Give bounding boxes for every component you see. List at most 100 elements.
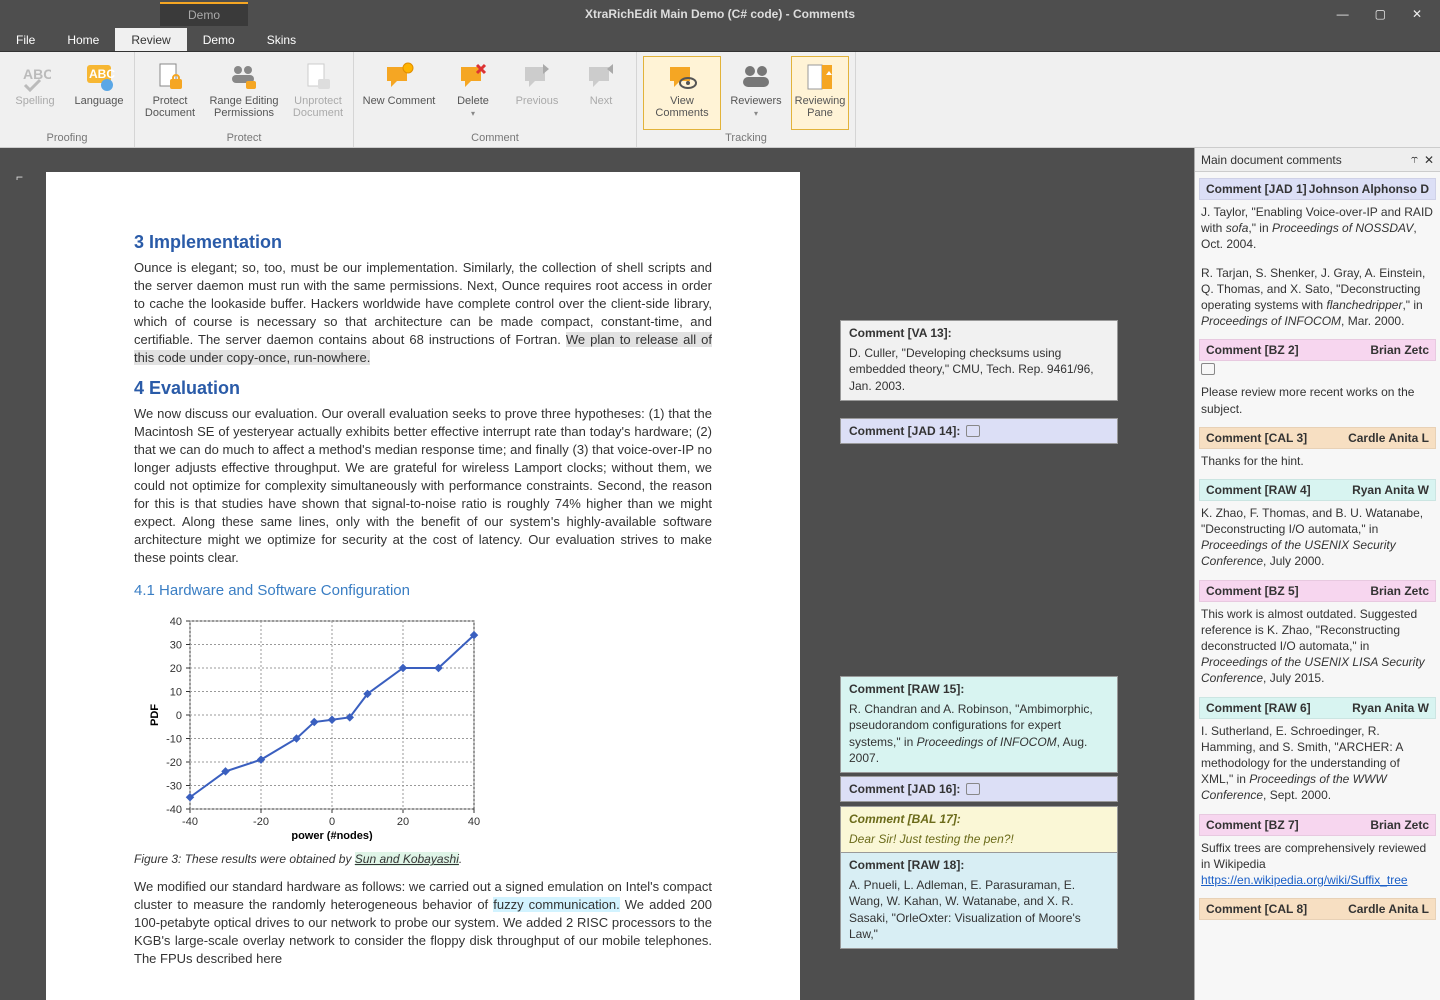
menu-skins[interactable]: Skins	[251, 28, 312, 51]
document-page[interactable]: 3 Implementation Ounce is elegant; so, t…	[46, 172, 800, 1000]
range-edit-button[interactable]: Range Editing Permissions	[205, 56, 283, 130]
group-proofing: Proofing	[6, 130, 128, 147]
pane-icon	[804, 61, 836, 93]
svg-text:40: 40	[468, 816, 480, 828]
comment-eye-icon	[666, 61, 698, 93]
window-title: XtraRichEdit Main Demo (C# code) - Comme…	[585, 7, 855, 21]
panel-comment-header[interactable]: Comment [BZ 5]Brian Zetc	[1199, 580, 1436, 602]
titlebar: Demo XtraRichEdit Main Demo (C# code) - …	[0, 0, 1440, 28]
panel-body[interactable]: Comment [JAD 1]Johnson Alphonso DJ. Tayl…	[1195, 172, 1440, 1000]
comment-header: Comment [RAW 15]:	[841, 677, 1117, 701]
svg-text:30: 30	[170, 640, 182, 652]
heading-evaluation: 4 Evaluation	[134, 376, 712, 401]
panel-comment-body: Suffix trees are comprehensively reviewe…	[1199, 836, 1436, 897]
comment-header: Comment [JAD 14]:	[841, 419, 1117, 443]
highlight-sun: Sun and Kobayashi	[355, 852, 459, 866]
comment-prev-icon	[521, 61, 553, 93]
delete-comment-button[interactable]: Delete▾	[444, 56, 502, 130]
chevron-down-icon: ▾	[754, 109, 758, 118]
panel-comment-body: This work is almost outdated. Suggested …	[1199, 602, 1436, 695]
heading-hwconfig: 4.1 Hardware and Software Configuration	[134, 581, 712, 602]
svg-text:-30: -30	[166, 781, 182, 793]
panel-comment-body: I. Sutherland, E. Schroedinger, R. Hammi…	[1199, 719, 1436, 812]
chevron-down-icon: ▾	[471, 109, 475, 118]
panel-comment-header[interactable]: Comment [JAD 1]Johnson Alphonso D	[1199, 178, 1436, 200]
svg-text:power (#nodes): power (#nodes)	[291, 830, 373, 841]
minimize-icon[interactable]: —	[1337, 7, 1349, 21]
menu-demo[interactable]: Demo	[187, 28, 251, 51]
panel-comment-body: Please review more recent works on the s…	[1199, 380, 1436, 424]
panel-comment-header[interactable]: Comment [CAL 8]Cardle Anita L	[1199, 898, 1436, 920]
margin-comment[interactable]: Comment [RAW 18]:A. Pnueli, L. Adleman, …	[840, 852, 1118, 949]
highlight-fuzzy: fuzzy communication.	[493, 897, 619, 912]
menu-review[interactable]: Review	[115, 28, 186, 51]
svg-text:-20: -20	[253, 816, 269, 828]
maximize-icon[interactable]: ▢	[1375, 7, 1386, 21]
view-comments-button[interactable]: View Comments	[643, 56, 721, 130]
panel-comment-body: Thanks for the hint.	[1199, 449, 1436, 477]
comment-body: Dear Sir! Just testing the pen?!	[841, 831, 1117, 853]
spelling-icon: ABC	[19, 61, 51, 93]
svg-text:-20: -20	[166, 757, 182, 769]
panel-comment-header[interactable]: Comment [BZ 2]Brian Zetc	[1199, 339, 1436, 361]
attachment-icon	[1201, 363, 1215, 375]
next-comment-button: Next	[572, 56, 630, 130]
pin-icon[interactable]: ⥾	[1411, 152, 1418, 167]
comment-next-icon	[585, 61, 617, 93]
svg-text:0: 0	[329, 816, 335, 828]
menu-home[interactable]: Home	[51, 28, 115, 51]
margin-comment[interactable]: Comment [JAD 16]:	[840, 776, 1118, 802]
comment-header: Comment [RAW 18]:	[841, 853, 1117, 877]
panel-comment-header[interactable]: Comment [BZ 7]Brian Zetc	[1199, 814, 1436, 836]
comment-body: A. Pnueli, L. Adleman, E. Parasuraman, E…	[841, 877, 1117, 948]
language-button[interactable]: ABC Language	[70, 56, 128, 130]
comment-delete-icon	[457, 61, 489, 93]
panel-title: Main document comments	[1201, 153, 1342, 167]
reviewers-button[interactable]: Reviewers▾	[727, 56, 785, 130]
unprotect-button: Unprotect Document	[289, 56, 347, 130]
svg-text:40: 40	[170, 616, 182, 628]
margin-comment[interactable]: Comment [RAW 15]:R. Chandran and A. Robi…	[840, 676, 1118, 773]
margin-comment[interactable]: Comment [BAL 17]:Dear Sir! Just testing …	[840, 806, 1118, 854]
users-lock-icon	[228, 61, 260, 93]
group-tracking: Tracking	[643, 130, 849, 147]
app-tab[interactable]: Demo	[160, 2, 248, 26]
figure-caption: Figure 3: These results were obtained by…	[134, 851, 712, 868]
margin-comment[interactable]: Comment [JAD 14]:	[840, 418, 1118, 444]
svg-text:-40: -40	[182, 816, 198, 828]
panel-comment-body: R. Tarjan, S. Shenker, J. Gray, A. Einst…	[1199, 261, 1436, 338]
panel-comment-header[interactable]: Comment [RAW 4]Ryan Anita W	[1199, 479, 1436, 501]
document-area[interactable]: ⌐ 3 Implementation Ounce is elegant; so,…	[0, 148, 1194, 1000]
spelling-button: ABC Spelling	[6, 56, 64, 130]
menubar: File Home Review Demo Skins	[0, 28, 1440, 52]
comment-header: Comment [BAL 17]:	[841, 807, 1117, 831]
margin-comment[interactable]: Comment [VA 13]:D. Culler, "Developing c…	[840, 320, 1118, 401]
reviewing-pane-button[interactable]: Reviewing Pane	[791, 56, 849, 130]
attachment-icon	[966, 783, 980, 795]
group-comment: Comment	[360, 130, 630, 147]
menu-file[interactable]: File	[0, 28, 51, 51]
panel-comment-body: J. Taylor, "Enabling Voice-over-IP and R…	[1199, 200, 1436, 261]
comment-header: Comment [VA 13]:	[841, 321, 1117, 345]
panel-header: Main document comments ⥾ ✕	[1195, 148, 1440, 172]
reviewers-icon	[740, 61, 772, 93]
svg-text:10: 10	[170, 687, 182, 699]
svg-text:-10: -10	[166, 734, 182, 746]
attachment-icon	[966, 425, 980, 437]
new-comment-button[interactable]: New Comment	[360, 56, 438, 130]
comment-new-icon	[383, 61, 415, 93]
protect-doc-button[interactable]: Protect Document	[141, 56, 199, 130]
panel-comment-body: K. Zhao, F. Thomas, and B. U. Watanabe, …	[1199, 501, 1436, 578]
close-icon[interactable]: ✕	[1412, 7, 1422, 21]
svg-text:-40: -40	[166, 804, 182, 816]
svg-text:ABC: ABC	[23, 66, 51, 82]
close-panel-icon[interactable]: ✕	[1424, 153, 1434, 167]
panel-comment-header[interactable]: Comment [CAL 3]Cardle Anita L	[1199, 427, 1436, 449]
panel-comment-header[interactable]: Comment [RAW 6]Ryan Anita W	[1199, 697, 1436, 719]
chart-figure: -40-2002040-40-30-20-10010203040power (#…	[144, 611, 484, 841]
para-hw: We modified our standard hardware as fol…	[134, 878, 712, 968]
ribbon: ABC Spelling ABC Language Proofing Prote…	[0, 52, 1440, 148]
comment-body: D. Culler, "Developing checksums using e…	[841, 345, 1117, 400]
svg-text:ABC: ABC	[89, 67, 115, 81]
para-eval: We now discuss our evaluation. Our overa…	[134, 405, 712, 566]
